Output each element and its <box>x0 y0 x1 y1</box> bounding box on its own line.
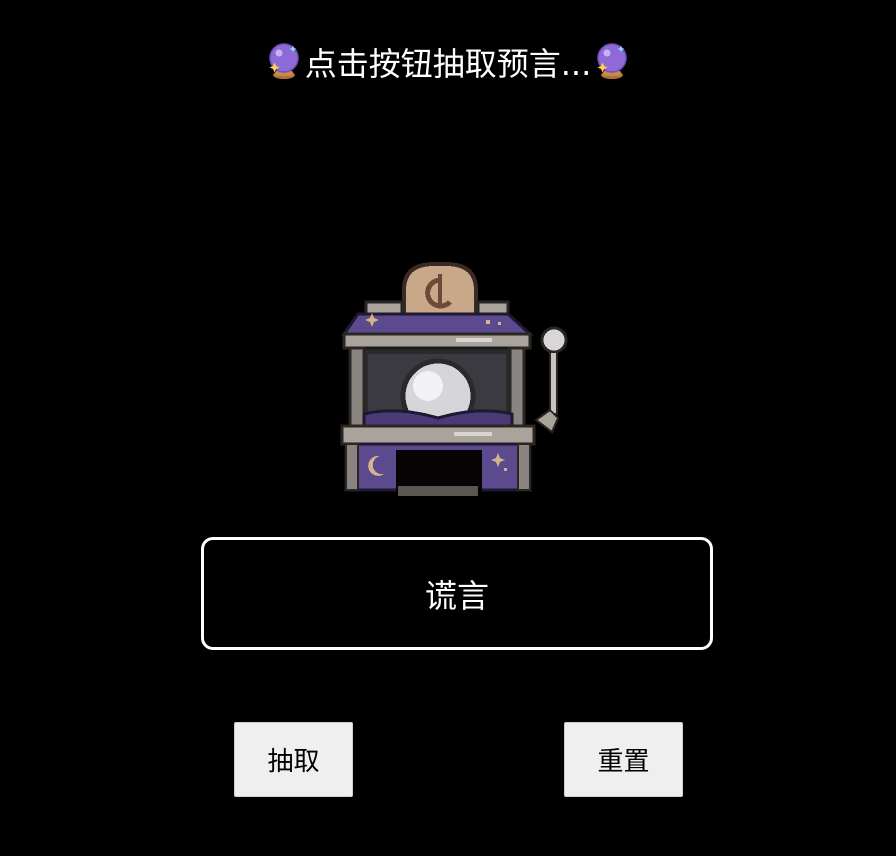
fortune-slot-machine-icon <box>340 262 568 496</box>
crystal-ball-icon <box>268 43 299 79</box>
page-title: 点击按钮抽取预言... <box>304 45 592 83</box>
page: 点击按钮抽取预言... 谎言 抽取 重置 <box>0 0 896 856</box>
header-title-row: 点击按钮抽取预言... <box>0 38 896 88</box>
prophecy-result-text: 谎言 <box>424 576 489 615</box>
prophecy-result-box: 谎言 <box>201 537 713 650</box>
reset-button[interactable]: 重置 <box>564 722 683 797</box>
draw-button[interactable]: 抽取 <box>234 722 353 797</box>
crystal-ball-icon <box>597 43 628 79</box>
